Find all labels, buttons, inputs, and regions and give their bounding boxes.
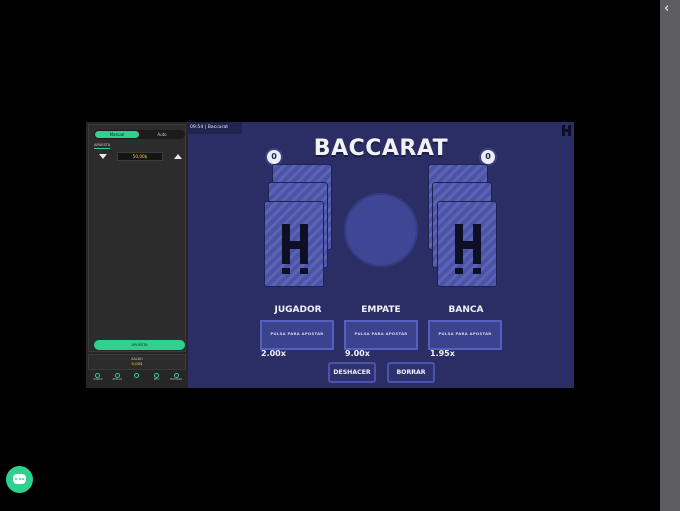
right-side-bar: ‹ — [660, 0, 680, 511]
nav-menu-label: · — [136, 378, 138, 381]
game-name: Baccarat — [207, 125, 229, 130]
player-card-face — [264, 201, 324, 287]
bottom-nav: SONIDO REGLAS · INFO HISTORIAL — [88, 372, 186, 386]
mode-toggle: Manual Auto — [94, 130, 185, 139]
game-title: BACCARAT — [313, 136, 449, 161]
nav-info-button[interactable]: INFO — [148, 372, 165, 386]
bet-control-panel: Manual Auto APUESTA 50,00$ APUESTA SALDO… — [86, 122, 188, 388]
decrease-bet-arrow-icon[interactable] — [99, 154, 107, 159]
nav-rules-label: REGLAS — [112, 378, 123, 381]
clear-button[interactable]: BORRAR — [387, 362, 435, 383]
undo-button[interactable]: DESHACER — [328, 362, 376, 383]
banker-bet-prompt: PULSA PARA APOSTAR — [438, 331, 492, 336]
tie-center-circle — [344, 193, 418, 267]
mode-auto-tab[interactable]: Auto — [140, 131, 184, 138]
tie-label: EMPATE — [361, 305, 401, 315]
chat-button[interactable] — [6, 466, 33, 493]
player-multiplier: 2.00x — [261, 349, 286, 358]
nav-history-button[interactable]: HISTORIAL — [168, 372, 185, 386]
clock-time: 09:54 — [190, 125, 204, 130]
nav-history-label: HISTORIAL — [169, 378, 183, 381]
tie-bet-prompt: PULSA PARA APOSTAR — [354, 331, 408, 336]
increase-bet-arrow-icon[interactable] — [174, 154, 182, 159]
banker-card-face — [437, 201, 497, 287]
nav-sound-button[interactable]: SONIDO — [89, 372, 106, 386]
player-bet-prompt: PULSA PARA APOSTAR — [270, 331, 324, 336]
bet-settings-box: Manual Auto APUESTA 50,00$ APUESTA — [88, 124, 186, 352]
nav-sound-label: SONIDO — [92, 378, 103, 381]
info-separator: | — [204, 125, 207, 130]
banker-multiplier: 1.95x — [430, 349, 455, 358]
player-bet-area[interactable]: PULSA PARA APOSTAR — [260, 320, 334, 350]
baccarat-table: 09:54 | Baccarat BACCARAT 0 0 JUGADOR EM… — [188, 122, 574, 388]
place-bet-button[interactable]: APUESTA — [94, 340, 185, 350]
chat-icon — [13, 474, 26, 484]
mode-manual-tab[interactable]: Manual — [95, 131, 139, 138]
player-label: JUGADOR — [274, 305, 322, 315]
nav-rules-button[interactable]: REGLAS — [109, 372, 126, 386]
game-info-bar: 09:54 | Baccarat — [188, 122, 242, 134]
chevron-left-icon[interactable]: ‹ — [664, 2, 669, 16]
nav-menu-button[interactable]: · — [128, 372, 145, 386]
banker-bet-area[interactable]: PULSA PARA APOSTAR — [428, 320, 502, 350]
balance-value: 0,00$ — [131, 361, 143, 366]
bet-amount-label: APUESTA — [94, 143, 111, 147]
bet-amount-field[interactable]: 50,00$ — [117, 152, 163, 161]
nav-info-label: INFO — [153, 378, 160, 381]
bet-label-underline — [94, 148, 110, 149]
card-logo-icon — [282, 224, 308, 274]
balance-box: SALDO 0,00$ — [88, 354, 186, 370]
banker-label: BANCA — [448, 305, 484, 315]
game-info-text: 09:54 | Baccarat — [190, 125, 228, 130]
tie-multiplier: 9.00x — [345, 349, 370, 358]
card-logo-icon — [455, 224, 481, 274]
tie-bet-area[interactable]: PULSA PARA APOSTAR — [344, 320, 418, 350]
